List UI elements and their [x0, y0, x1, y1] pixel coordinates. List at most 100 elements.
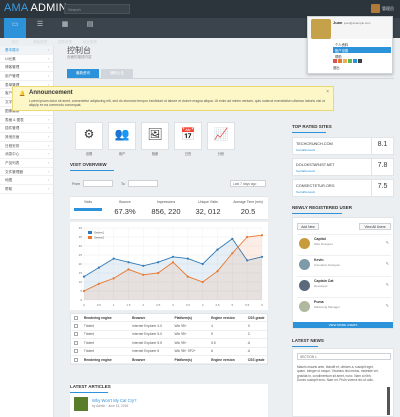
row-checkbox[interactable]	[74, 315, 78, 320]
quick-link-calendar[interactable]: 📅 日历	[174, 122, 202, 156]
sidebar-item[interactable]: 博客管理 ›	[0, 63, 53, 73]
table-cell: Win 95+	[174, 324, 187, 329]
stat-label: Average Time (min)	[233, 200, 263, 204]
article-title[interactable]: Why Won't My Cat Cry?	[92, 398, 136, 403]
news-section-select[interactable]: SECTION 1	[297, 353, 391, 360]
edit-icon[interactable]: ✎	[386, 261, 389, 266]
user-row[interactable]: Kevin Animation Designer ✎	[297, 255, 391, 273]
gear-icon: ⚙	[83, 127, 95, 141]
color-swatch[interactable]	[353, 59, 357, 63]
app-logo[interactable]: AMA ADMIN	[4, 2, 67, 14]
table-cell: Trident	[83, 349, 95, 354]
tab-news[interactable]: 最新资讯	[67, 69, 99, 78]
sidebar-item[interactable]: 其他页面 ›	[0, 133, 53, 142]
data-point	[231, 252, 234, 255]
sidebar-item[interactable]: 地图 ›	[0, 176, 53, 185]
nav-label: 图表管理	[58, 40, 72, 44]
range-select[interactable]: Last 7 days ago	[230, 180, 266, 187]
to-date-input[interactable]	[128, 180, 158, 187]
row-checkbox[interactable]	[74, 357, 78, 362]
nav-item-1[interactable]: ☰ 博客管理	[29, 18, 51, 44]
chevron-right-icon: ›	[47, 160, 49, 165]
sidebar-item[interactable]: 消息中心 ›	[0, 150, 53, 159]
search-input[interactable]: Search	[64, 4, 130, 14]
edit-icon[interactable]: ✎	[386, 282, 389, 287]
sidebar-item[interactable]: 表格 & 图表 ›	[0, 116, 53, 125]
sidebar-item[interactable]: 文件管理器 ›	[0, 168, 53, 177]
column-header: Browser	[132, 315, 146, 320]
stat-1: Bounce 67.3%	[106, 197, 144, 221]
bell-icon: 🔔	[19, 91, 26, 97]
quick-link-users[interactable]: 👥 用户	[108, 122, 136, 156]
sidebar-item[interactable]: 产品列表 ›	[0, 159, 53, 168]
sidebar-item-label: 其他页面	[5, 134, 20, 139]
table-row: Trident Internet Explorer 5.5 Win 95+ 5.5 A	[71, 339, 267, 348]
calendar-icon: 📅	[180, 127, 196, 141]
user-row[interactable]: Puma Marketing Manager ✎	[297, 297, 391, 315]
user-menu-toggle[interactable]: 管理员	[371, 4, 394, 13]
sidebar-item[interactable]: 帮助 ›	[0, 185, 53, 194]
site-card[interactable]: TECHCRUNCH.COM SocialNetwork 8.1	[292, 137, 394, 155]
nav-item-2[interactable]: ▦ 图表管理	[54, 18, 76, 44]
user-row[interactable]: Capitol Web Designer ✎	[297, 234, 391, 252]
column-header: Platform(s)	[174, 357, 192, 362]
site-card[interactable]: CONSECTETUR.ORG SocialNetwork 7.5	[292, 179, 394, 197]
color-swatch[interactable]	[338, 59, 342, 63]
close-icon[interactable]: ×	[326, 89, 329, 95]
view-more-users-button[interactable]: VIEW MORE USERS	[293, 322, 393, 328]
edit-icon[interactable]: ✎	[386, 303, 389, 308]
edit-icon[interactable]: ✎	[386, 240, 389, 245]
stat-label: Visits	[83, 200, 93, 204]
sidebar-item[interactable]: 插件管理 ›	[0, 124, 53, 133]
column-header: Rendering engine	[83, 315, 112, 320]
nav-item-0[interactable]: ▭ 首页	[4, 18, 26, 44]
announcement-body: Lorem ipsum dolor sit amet, consectetur …	[29, 99, 325, 108]
logout-link[interactable]: 退出	[333, 65, 340, 70]
color-swatch[interactable]	[348, 59, 352, 63]
x-tick-label: 5	[231, 303, 233, 307]
data-point	[216, 270, 219, 273]
scrollbar[interactable]	[387, 387, 390, 415]
view-all-users-button[interactable]: View All Users	[359, 223, 391, 230]
quick-link-analytics[interactable]: 📈 分析	[207, 122, 235, 156]
stat-2: Impressions 856, 220	[144, 197, 188, 221]
legend-label: Series1	[94, 231, 105, 235]
table-cell: 4	[211, 324, 213, 329]
sidebar-item[interactable]: 基本展示 ›	[0, 46, 53, 55]
row-checkbox[interactable]	[74, 324, 78, 329]
section-underline	[292, 346, 318, 347]
chevron-right-icon: ›	[47, 143, 49, 148]
sidebar-item[interactable]: 日程安排 ›	[0, 142, 53, 151]
color-swatch[interactable]	[333, 59, 337, 63]
data-point	[82, 275, 86, 278]
site-card[interactable]: DOLOKSTAR4ST.NET SocialNetwork 7.8	[292, 158, 394, 176]
nav-item-3[interactable]: ▤ 统计图表	[79, 18, 101, 44]
color-swatch[interactable]	[358, 59, 362, 63]
sidebar-item[interactable]: UI元素 ›	[0, 55, 53, 64]
color-swatch[interactable]	[343, 59, 347, 63]
user-name: Puma	[314, 300, 324, 304]
legend-swatch	[88, 236, 92, 239]
row-checkbox[interactable]	[74, 332, 78, 337]
quick-link-label: 相册	[151, 152, 159, 156]
x-tick-label: 3.5	[186, 303, 191, 307]
x-tick-label: 2	[142, 303, 144, 307]
sidebar-item-label: 基本展示	[5, 48, 20, 52]
sidebar-item[interactable]: 用户管理 ›	[0, 72, 53, 81]
sidebar-item-label: 文件管理器	[5, 169, 23, 174]
article-thumbnail[interactable]	[74, 397, 88, 411]
user-dropdown-header: Juan juan@example.com	[308, 17, 392, 39]
news-title: LATEST NEWS	[292, 338, 324, 343]
section-underline	[292, 213, 342, 214]
quick-link-label: 分析	[217, 152, 225, 156]
from-date-input[interactable]	[83, 180, 113, 187]
row-checkbox[interactable]	[74, 349, 78, 354]
visit-overview-title: VISIT OVERVIEW	[70, 162, 107, 167]
tab-notice[interactable]: 通知公告	[101, 69, 133, 78]
table-cell: C	[247, 332, 251, 337]
add-user-button[interactable]: Add New	[297, 223, 319, 230]
quick-link-image[interactable]: 🖼 相册	[141, 122, 169, 156]
user-row[interactable]: Captain Cat Developer ✎	[297, 276, 391, 294]
quick-link-gear[interactable]: ⚙ 设置	[75, 122, 103, 156]
row-checkbox[interactable]	[74, 340, 78, 345]
